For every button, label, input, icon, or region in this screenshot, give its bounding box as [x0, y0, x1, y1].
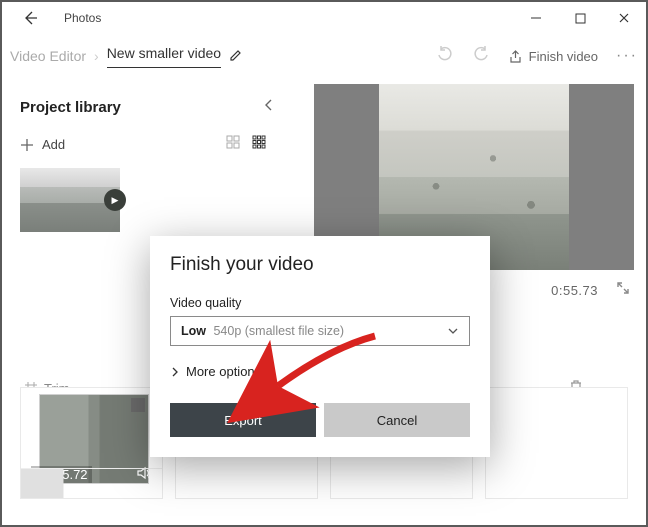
back-button[interactable]: [8, 2, 52, 34]
close-button[interactable]: [602, 2, 646, 34]
app-window: Photos Video Editor › New smaller video …: [0, 0, 648, 527]
redo-icon: [472, 45, 490, 63]
chevron-down-icon: [447, 325, 459, 337]
undo-button[interactable]: [436, 45, 454, 68]
breadcrumb: Video Editor › New smaller video: [10, 45, 243, 68]
quality-label: Video quality: [170, 296, 470, 310]
export-button-label: Export: [224, 413, 262, 428]
chevron-right-icon: [170, 367, 180, 377]
more-button[interactable]: ···: [616, 47, 638, 65]
breadcrumb-current[interactable]: New smaller video: [107, 45, 221, 68]
rename-button[interactable]: [229, 48, 243, 65]
minimize-button[interactable]: [514, 2, 558, 34]
content: Project library Add ▶: [2, 78, 646, 525]
toolbar: Video Editor › New smaller video Finish …: [2, 34, 646, 78]
more-options-label: More options: [186, 364, 261, 379]
dialog-title: Finish your video: [170, 254, 470, 276]
titlebar: Photos: [2, 2, 646, 34]
export-button[interactable]: Export: [170, 403, 316, 437]
maximize-icon: [575, 13, 586, 24]
cancel-button[interactable]: Cancel: [324, 403, 470, 437]
export-icon: [508, 49, 523, 64]
pencil-icon: [229, 48, 243, 62]
chevron-right-icon: ›: [94, 48, 99, 64]
quality-select[interactable]: Low 540p (smallest file size): [170, 316, 470, 346]
close-icon: [618, 12, 630, 24]
undo-icon: [436, 45, 454, 63]
app-title: Photos: [64, 11, 101, 25]
maximize-button[interactable]: [558, 2, 602, 34]
finish-video-dialog: Finish your video Video quality Low 540p…: [150, 236, 490, 457]
finish-video-label: Finish video: [529, 49, 598, 64]
quality-hint: 540p (smallest file size): [213, 324, 344, 338]
breadcrumb-root[interactable]: Video Editor: [10, 48, 86, 64]
finish-video-button[interactable]: Finish video: [508, 49, 598, 64]
minimize-icon: [530, 12, 542, 24]
more-options-toggle[interactable]: More options: [170, 364, 470, 379]
quality-value: Low: [181, 324, 206, 338]
cancel-button-label: Cancel: [377, 413, 417, 428]
redo-button[interactable]: [472, 45, 490, 68]
arrow-left-icon: [22, 10, 38, 26]
